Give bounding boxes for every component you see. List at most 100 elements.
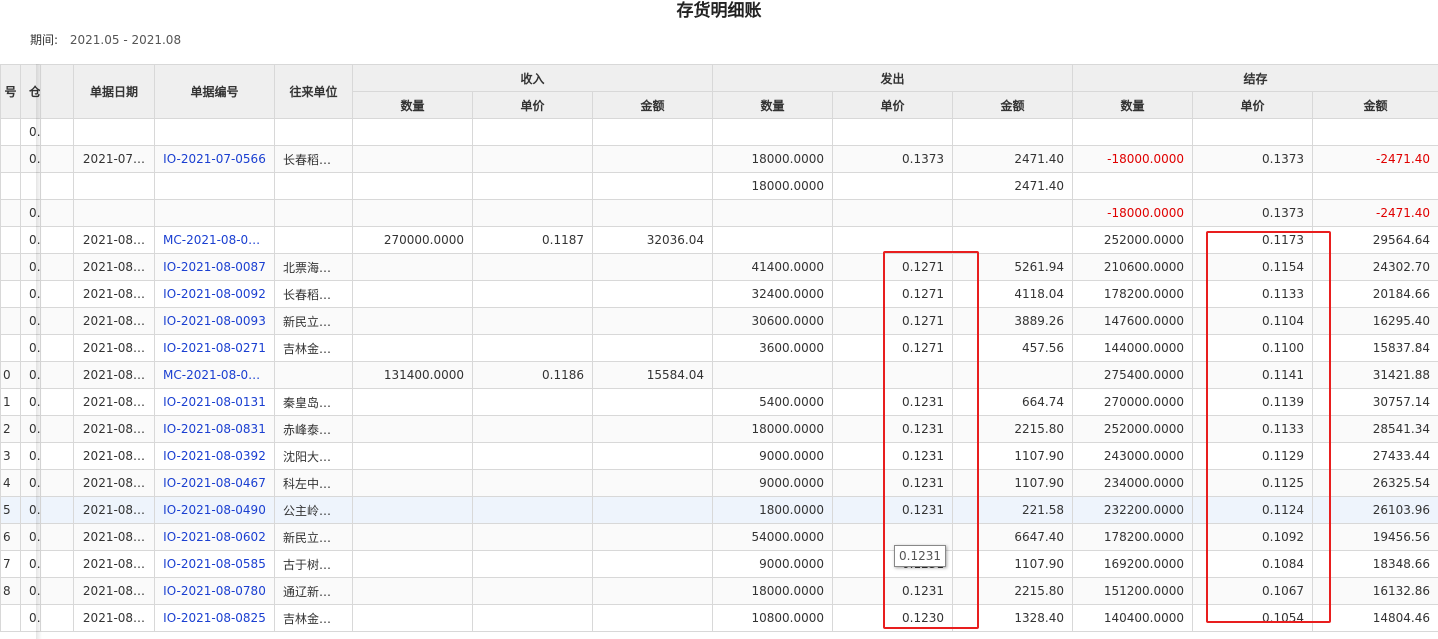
cell-bal-amount: 31421.88: [1312, 361, 1438, 389]
cell-doc-no[interactable]: MC-2021-08-0007: [154, 226, 275, 254]
cell-doc-no[interactable]: IO-2021-08-0087: [154, 253, 275, 281]
cell-doc-no[interactable]: IO-2021-08-0602: [154, 523, 275, 551]
cell-out-price: 0.1231: [832, 469, 953, 497]
cell-doc-no[interactable]: IO-2021-08-0392: [154, 442, 275, 470]
table-row[interactable]: 022021-08…IO-2021-08-0087北票海…41400.00000…: [0, 253, 1438, 281]
cell-date: 2021-08…: [73, 550, 155, 578]
cell-in-price: [472, 415, 593, 443]
cell-doc-no[interactable]: IO-2021-07-0566: [154, 145, 275, 173]
cell-bal-price: 0.1084: [1192, 550, 1313, 578]
cell-in-price: 0.1186: [472, 361, 593, 389]
cell-in-qty: 270000.0000: [352, 226, 473, 254]
table-row[interactable]: 0022021-08…MC-2021-08-0108131400.00000.1…: [0, 361, 1438, 389]
table-row[interactable]: 702 2021-08…IO-2021-08-0585古于树… 9000.0000 0…: [0, 550, 1438, 578]
table-row[interactable]: 602 2021-08…IO-2021-08-0602新民立… 54000.0000…: [0, 523, 1438, 551]
table-row[interactable]: 02 -18000.00000.1373-2471.40: [0, 199, 1438, 227]
table-row[interactable]: 022021-08…IO-2021-08-0825吉林金…10800.00000…: [0, 604, 1438, 632]
table-row[interactable]: 022021-08…MC-2021-08-0007270000.00000.11…: [0, 226, 1438, 254]
table-row[interactable]: 202 2021-08…IO-2021-08-0831赤峰泰… 18000.0000…: [0, 415, 1438, 443]
cell-spacer: [40, 280, 74, 308]
cell-bal-price: 0.1373: [1192, 145, 1313, 173]
cell-doc-no[interactable]: IO-2021-08-0093: [154, 307, 275, 335]
col-seq[interactable]: 号: [0, 64, 21, 119]
cell-bal-price: 0.1133: [1192, 415, 1313, 443]
cell-spacer: [40, 523, 74, 551]
cell-doc-no[interactable]: IO-2021-08-0831: [154, 415, 275, 443]
col-bal-qty[interactable]: 数量: [1072, 91, 1193, 119]
col-in-amount[interactable]: 金额: [592, 91, 713, 119]
cell-bal-qty: 144000.0000: [1072, 334, 1193, 362]
cell-doc-no[interactable]: IO-2021-08-0780: [154, 577, 275, 605]
cell-doc-no[interactable]: IO-2021-08-0825: [154, 604, 275, 632]
cell-in-amount: [592, 199, 713, 227]
cell-date: 2021-08…: [73, 361, 155, 389]
table-row[interactable]: 022021-08…IO-2021-08-0092长春稻…32400.00000…: [0, 280, 1438, 308]
cell-bal-price: 0.1139: [1192, 388, 1313, 416]
cell-in-price: [472, 118, 593, 146]
cell-in-qty: [352, 442, 473, 470]
cell-date: 2021-08…: [73, 523, 155, 551]
cell-doc-no[interactable]: IO-2021-08-0131: [154, 388, 275, 416]
cell-spacer: [40, 145, 74, 173]
table-row[interactable]: 4022021-08…IO-2021-08-0467科左中…9000.00000…: [0, 469, 1438, 497]
cell-out-qty: [712, 118, 833, 146]
table-row[interactable]: 18000.0000 2471.40: [0, 172, 1438, 200]
cell-in-amount: [592, 604, 713, 632]
cell-partner: [274, 118, 353, 146]
cell-bal-qty: 252000.0000: [1072, 415, 1193, 443]
cell-in-price: [472, 577, 593, 605]
table-row[interactable]: 5022021-08…IO-2021-08-0490公主岭…1800.00000…: [0, 496, 1438, 524]
cell-bal-amount: 26103.96: [1312, 496, 1438, 524]
cell-out-amount: 1107.90: [952, 442, 1073, 470]
col-out-amount[interactable]: 金额: [952, 91, 1073, 119]
table-row[interactable]: 02: [0, 118, 1438, 146]
cell-out-price: [832, 172, 953, 200]
cell-out-price: 0.1373: [832, 145, 953, 173]
cell-out-qty: 18000.0000: [712, 145, 833, 173]
col-bal-price[interactable]: 单价: [1192, 91, 1313, 119]
col-doc-no[interactable]: 单据编号: [154, 64, 275, 119]
cell-doc-no[interactable]: MC-2021-08-0108: [154, 361, 275, 389]
cell-date: 2021-08…: [73, 388, 155, 416]
col-out-price[interactable]: 单价: [832, 91, 953, 119]
group-balance: 结存: [1072, 64, 1438, 92]
cell-out-qty: 54000.0000: [712, 523, 833, 551]
cell-in-amount: 15584.04: [592, 361, 713, 389]
cell-out-price: 0.1230: [832, 604, 953, 632]
table-row[interactable]: 022021-08…IO-2021-08-0271吉林金…3600.00000.…: [0, 334, 1438, 362]
cell-doc-no[interactable]: IO-2021-08-0271: [154, 334, 275, 362]
table-row[interactable]: 802 2021-08…IO-2021-08-0780通辽新… 18000.0000…: [0, 577, 1438, 605]
col-in-price[interactable]: 单价: [472, 91, 593, 119]
cell-bal-qty: 234000.0000: [1072, 469, 1193, 497]
col-out-qty[interactable]: 数量: [712, 91, 833, 119]
cell-spacer: [40, 442, 74, 470]
cell-doc-no[interactable]: IO-2021-08-0585: [154, 550, 275, 578]
table-row[interactable]: 022021-08…IO-2021-08-0093新民立…30600.00000…: [0, 307, 1438, 335]
table-row[interactable]: 3022021-08…IO-2021-08-0392沈阳大…9000.00000…: [0, 442, 1438, 470]
cell-doc-no[interactable]: IO-2021-08-0490: [154, 496, 275, 524]
cell-warehouse: 02: [20, 442, 41, 470]
table-row[interactable]: 1022021-08…IO-2021-08-0131秦皇岛…5400.00000…: [0, 388, 1438, 416]
cell-out-qty: 41400.0000: [712, 253, 833, 281]
cell-bal-amount: 26325.54: [1312, 469, 1438, 497]
cell-partner: 新民立…: [274, 307, 353, 335]
cell-seq: 7: [0, 550, 21, 578]
col-date[interactable]: 单据日期: [73, 64, 155, 119]
cell-warehouse: 02: [20, 523, 41, 551]
cell-warehouse: 02: [20, 388, 41, 416]
table-row[interactable]: 022021-07…IO-2021-07-0566长春稻…18000.00000…: [0, 145, 1438, 173]
cell-bal-amount: 15837.84: [1312, 334, 1438, 362]
col-warehouse[interactable]: 仓: [20, 64, 41, 119]
cell-out-price: 0.1271: [832, 334, 953, 362]
cell-seq: [0, 604, 21, 632]
col-bal-amount[interactable]: 金额: [1312, 91, 1438, 119]
cell-doc-no[interactable]: IO-2021-08-0467: [154, 469, 275, 497]
cell-doc-no[interactable]: IO-2021-08-0092: [154, 280, 275, 308]
cell-bal-qty: [1072, 118, 1193, 146]
cell-partner: 吉林金…: [274, 334, 353, 362]
col-in-qty[interactable]: 数量: [352, 91, 473, 119]
cell-bal-price: 0.1133: [1192, 280, 1313, 308]
cell-in-price: [472, 199, 593, 227]
cell-out-qty: 30600.0000: [712, 307, 833, 335]
col-partner[interactable]: 往来单位: [274, 64, 353, 119]
